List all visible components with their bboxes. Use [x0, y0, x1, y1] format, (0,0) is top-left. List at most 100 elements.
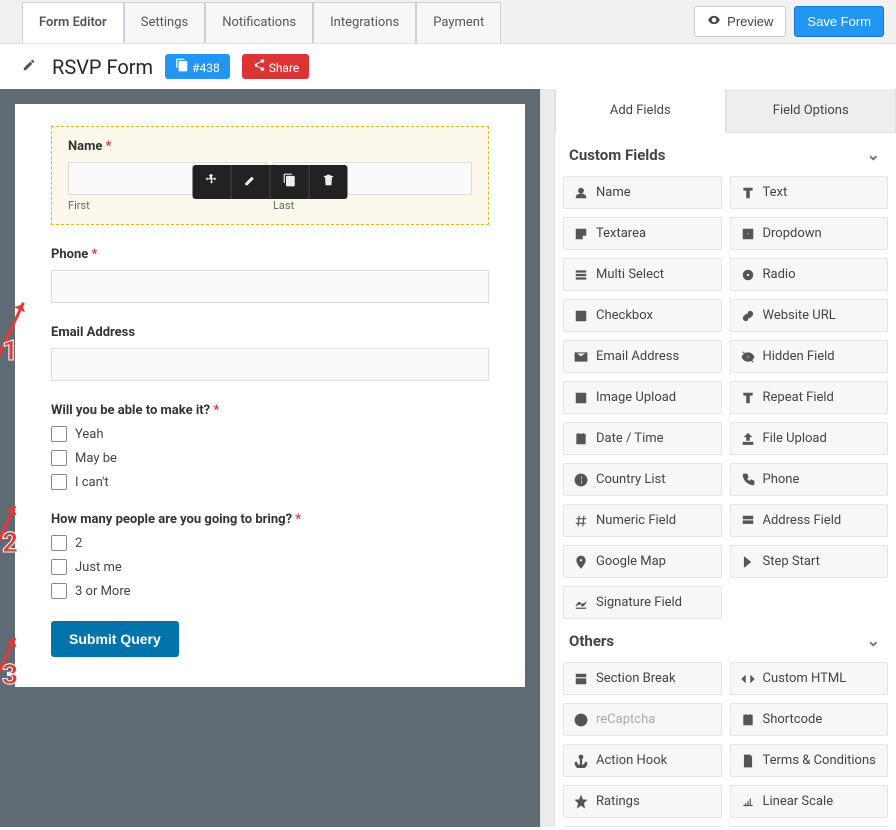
field-type-step-start[interactable]: Step Start — [730, 545, 889, 578]
field-attendance[interactable]: Will you be able to make it? * YeahMay b… — [51, 403, 489, 490]
terms-icon — [741, 754, 755, 768]
multiselect-icon — [574, 268, 588, 282]
shortcode-button[interactable]: #438 — [165, 54, 230, 79]
field-type-terms-&-conditions[interactable]: Terms & Conditions — [730, 744, 889, 777]
signature-icon — [574, 596, 588, 610]
dropdown-icon — [741, 227, 755, 241]
field-type-text[interactable]: Text — [730, 176, 889, 209]
attendance-option[interactable]: I can't — [51, 474, 489, 490]
field-type-radio[interactable]: Radio — [730, 258, 889, 291]
share-button[interactable]: Share — [242, 54, 310, 79]
html-icon — [741, 672, 755, 686]
phone-icon — [741, 473, 755, 487]
preview-label: Preview — [727, 14, 773, 29]
guest-count-option[interactable]: Just me — [51, 559, 489, 575]
pencil-icon — [22, 57, 36, 76]
field-type-custom-html[interactable]: Custom HTML — [730, 662, 889, 695]
text-icon — [741, 186, 755, 200]
group-custom-fields[interactable]: Custom Fields⌄ — [563, 133, 888, 176]
section-icon — [574, 672, 588, 686]
repeat-icon — [741, 391, 755, 405]
submit-button[interactable]: Submit Query — [51, 621, 179, 657]
side-tab-field-options[interactable]: Field Options — [726, 89, 896, 133]
field-type-checkbox-grid[interactable]: Checkbox Grid — [563, 826, 722, 827]
guest-count-option[interactable]: 2 — [51, 535, 489, 551]
email-input[interactable] — [51, 348, 489, 381]
preview-button[interactable]: Preview — [694, 6, 786, 37]
upload-icon — [741, 432, 755, 446]
field-email[interactable]: Email Address — [51, 325, 489, 381]
scrollbar[interactable] — [540, 89, 554, 827]
field-type-phone[interactable]: Phone — [730, 463, 889, 496]
field-type-shortcode[interactable]: Shortcode — [730, 703, 889, 736]
field-type-ratings[interactable]: Ratings — [563, 785, 722, 818]
form-canvas[interactable]: Name * First — [15, 104, 525, 687]
scale-icon — [741, 795, 755, 809]
move-icon[interactable] — [193, 165, 232, 199]
recaptcha-icon — [574, 713, 588, 727]
field-phone[interactable]: Phone * — [51, 247, 489, 303]
field-type-image-upload[interactable]: Image Upload — [563, 381, 722, 414]
hidden-icon — [741, 350, 755, 364]
group-others[interactable]: Others⌄ — [563, 619, 888, 662]
save-form-button[interactable]: Save Form — [794, 6, 884, 37]
globe-icon — [574, 473, 588, 487]
chevron-down-icon: ⌄ — [867, 631, 880, 650]
field-type-action-hook[interactable]: Action Hook — [563, 744, 722, 777]
calendar-icon — [574, 432, 588, 446]
share-icon — [252, 61, 269, 75]
field-type-hidden-field[interactable]: Hidden Field — [730, 340, 889, 373]
chevron-down-icon: ⌄ — [867, 145, 880, 164]
tab-notifications[interactable]: Notifications — [205, 2, 313, 43]
field-type-file-upload[interactable]: File Upload — [730, 422, 889, 455]
field-type-country-list[interactable]: Country List — [563, 463, 722, 496]
star-icon — [574, 795, 588, 809]
field-type-google-map[interactable]: Google Map — [563, 545, 722, 578]
field-type-name[interactable]: Name — [563, 176, 722, 209]
field-type-repeat-field[interactable]: Repeat Field — [730, 381, 889, 414]
phone-input[interactable] — [51, 270, 489, 303]
link-icon — [741, 309, 755, 323]
attendance-option[interactable]: May be — [51, 450, 489, 466]
tab-integrations[interactable]: Integrations — [313, 2, 416, 43]
copy-icon — [175, 61, 192, 75]
copy-icon[interactable] — [271, 165, 310, 199]
field-type-recaptcha: reCaptcha — [563, 703, 722, 736]
hash-icon — [574, 514, 588, 528]
field-type-website-url[interactable]: Website URL — [730, 299, 889, 332]
field-type-linear-scale[interactable]: Linear Scale — [730, 785, 889, 818]
form-title[interactable]: RSVP Form — [52, 55, 153, 79]
edit-icon[interactable] — [232, 165, 271, 199]
field-type-address-field[interactable]: Address Field — [730, 504, 889, 537]
textarea-icon — [574, 227, 588, 241]
tab-form-editor[interactable]: Form Editor — [22, 2, 124, 43]
tab-settings[interactable]: Settings — [124, 2, 205, 43]
field-type-email-address[interactable]: Email Address — [563, 340, 722, 373]
radio-icon — [741, 268, 755, 282]
tab-payment[interactable]: Payment — [416, 2, 501, 43]
field-type-date---time[interactable]: Date / Time — [563, 422, 722, 455]
address-icon — [741, 514, 755, 528]
trash-icon[interactable] — [310, 165, 348, 199]
field-type-checkbox[interactable]: Checkbox — [563, 299, 722, 332]
title-bar: RSVP Form #438 Share — [0, 44, 896, 89]
field-type-signature-field[interactable]: Signature Field — [563, 586, 722, 619]
guest-count-option[interactable]: 3 or More — [51, 583, 489, 599]
field-guest-count[interactable]: How many people are you going to bring? … — [51, 512, 489, 599]
side-tab-add-fields[interactable]: Add Fields — [555, 89, 726, 133]
field-type-multiple-choice-grid[interactable]: Multiple Choice Grid — [730, 826, 889, 827]
sidebar: Add FieldsField Options Custom Fields⌄Na… — [554, 89, 896, 827]
imageupload-icon — [574, 391, 588, 405]
field-type-section-break[interactable]: Section Break — [563, 662, 722, 695]
field-type-dropdown[interactable]: Dropdown — [730, 217, 889, 250]
field-type-textarea[interactable]: Textarea — [563, 217, 722, 250]
field-name[interactable]: Name * First — [51, 126, 489, 225]
field-type-multi-select[interactable]: Multi Select — [563, 258, 722, 291]
shortcode-text: #438 — [192, 61, 220, 75]
top-tabs-bar: Form EditorSettingsNotificationsIntegrat… — [0, 0, 896, 44]
step-icon — [741, 555, 755, 569]
field-type-numeric-field[interactable]: Numeric Field — [563, 504, 722, 537]
map-icon — [574, 555, 588, 569]
eye-icon — [707, 13, 721, 30]
attendance-option[interactable]: Yeah — [51, 426, 489, 442]
